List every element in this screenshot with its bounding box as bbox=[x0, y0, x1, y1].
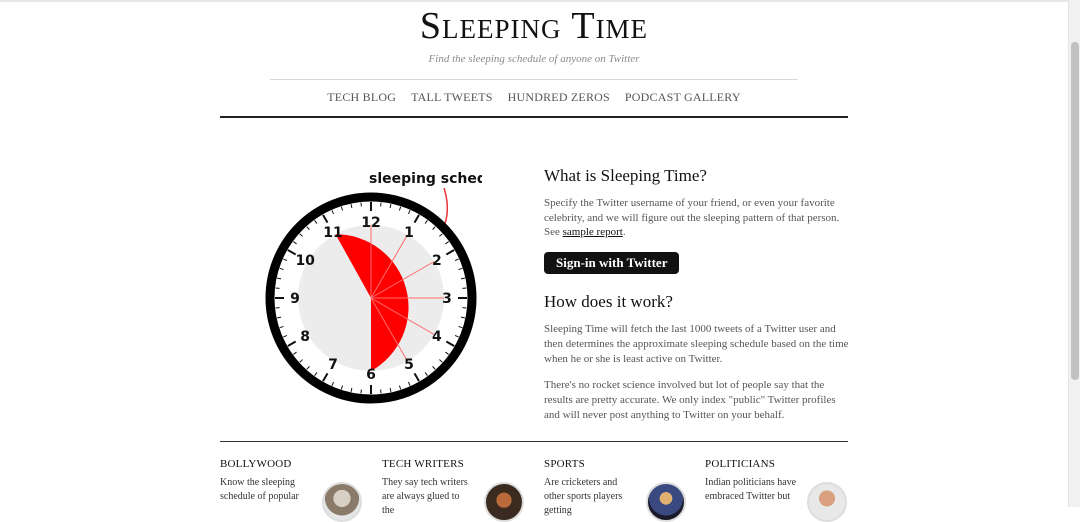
main-nav: TECH BLOG TALL TWEETS HUNDRED ZEROS PODC… bbox=[220, 90, 848, 105]
nav-hundred-zeros[interactable]: HUNDRED ZEROS bbox=[508, 90, 610, 104]
category-politicians[interactable]: POLITICIANS Indian politicians have embr… bbox=[705, 458, 855, 504]
nav-tall-tweets[interactable]: TALL TWEETS bbox=[411, 90, 493, 104]
how-heading: How does it work? bbox=[544, 292, 850, 312]
avatar[interactable] bbox=[322, 482, 362, 522]
clock-number: 1 bbox=[404, 225, 414, 241]
clock-number: 5 bbox=[404, 357, 414, 373]
page-scrollbar[interactable] bbox=[1068, 0, 1080, 507]
avatar[interactable] bbox=[646, 482, 686, 522]
clock-number: 2 bbox=[432, 253, 442, 269]
clock-number: 10 bbox=[295, 253, 315, 269]
sleep-clock-illustration: sleeping schedule 121234567891011 bbox=[262, 160, 482, 410]
how-text-2: There's no rocket science involved but l… bbox=[544, 378, 850, 422]
what-text: Specify the Twitter username of your fri… bbox=[544, 196, 850, 240]
category-text: Are cricketers and other sports players … bbox=[544, 476, 636, 518]
avatar[interactable] bbox=[484, 482, 524, 522]
nav-tech-blog[interactable]: TECH BLOG bbox=[327, 90, 396, 104]
site-title[interactable]: Sleeping Time bbox=[220, 4, 848, 48]
sample-report-link[interactable]: sample report bbox=[563, 226, 623, 238]
category-sports[interactable]: SPORTS Are cricketers and other sports p… bbox=[544, 458, 694, 518]
intro-section: What is Sleeping Time? Specify the Twitt… bbox=[544, 166, 850, 434]
category-title[interactable]: POLITICIANS bbox=[705, 458, 855, 470]
nav-podcast-gallery[interactable]: PODCAST GALLERY bbox=[625, 90, 741, 104]
clock-svg: sleeping schedule 121234567891011 bbox=[262, 160, 482, 410]
category-title[interactable]: TECH WRITERS bbox=[382, 458, 532, 470]
clock-number: 12 bbox=[361, 215, 380, 231]
scrollbar-thumb[interactable] bbox=[1071, 42, 1079, 380]
category-title[interactable]: SPORTS bbox=[544, 458, 694, 470]
category-bollywood[interactable]: BOLLYWOOD Know the sleeping schedule of … bbox=[220, 458, 370, 504]
clock-number: 3 bbox=[442, 291, 452, 307]
clock-caption: sleeping schedule bbox=[369, 171, 482, 187]
categories-divider bbox=[220, 441, 848, 442]
category-text: Indian politicians have embraced Twitter… bbox=[705, 476, 797, 504]
how-text-1: Sleeping Time will fetch the last 1000 t… bbox=[544, 322, 850, 366]
signin-twitter-button[interactable]: Sign-in with Twitter bbox=[544, 252, 679, 274]
clock-number: 7 bbox=[328, 357, 338, 373]
clock-number: 11 bbox=[323, 225, 342, 241]
browser-top-line bbox=[0, 0, 1068, 2]
category-tech-writers[interactable]: TECH WRITERS They say tech writers are a… bbox=[382, 458, 532, 518]
clock-number: 9 bbox=[290, 291, 300, 307]
nav-divider bbox=[220, 116, 848, 118]
header-divider bbox=[270, 79, 798, 80]
category-text: They say tech writers are always glued t… bbox=[382, 476, 474, 518]
clock-number: 8 bbox=[300, 329, 310, 345]
what-heading: What is Sleeping Time? bbox=[544, 166, 850, 186]
avatar[interactable] bbox=[807, 482, 847, 522]
category-title[interactable]: BOLLYWOOD bbox=[220, 458, 370, 470]
site-tagline: Find the sleeping schedule of anyone on … bbox=[220, 53, 848, 65]
clock-number: 6 bbox=[366, 367, 376, 383]
clock-number: 4 bbox=[432, 329, 442, 345]
category-text: Know the sleeping schedule of popular bbox=[220, 476, 312, 504]
